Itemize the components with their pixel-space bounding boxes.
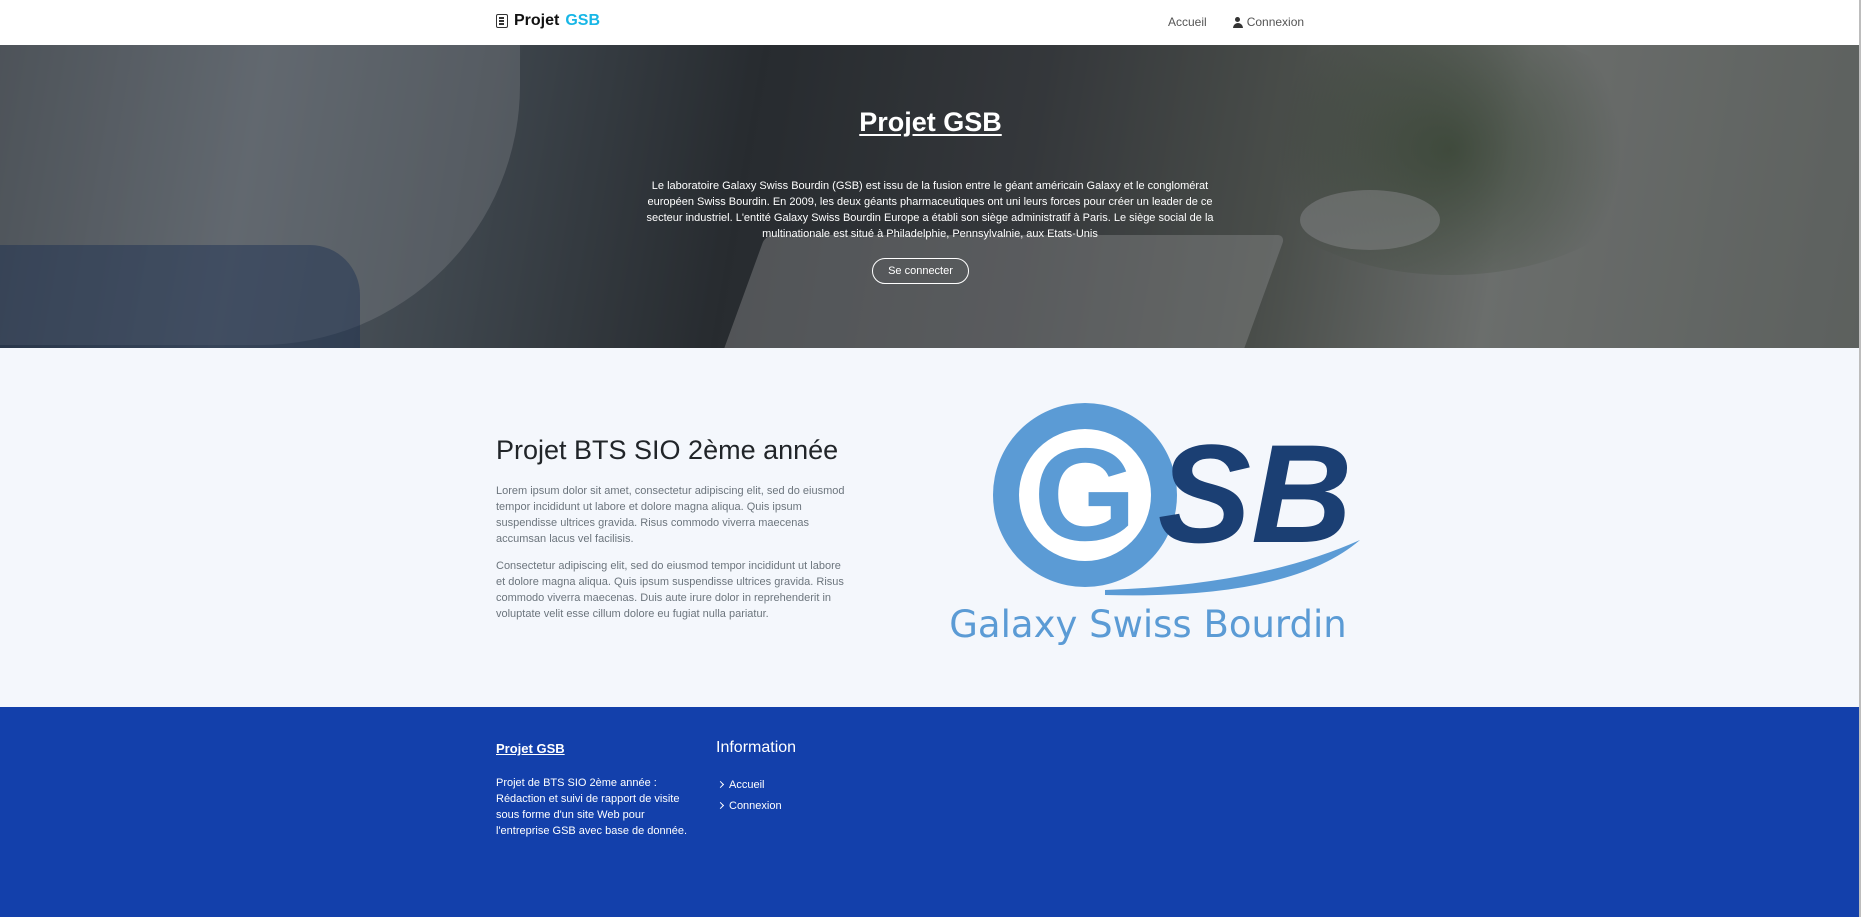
hero-title: Projet GSB xyxy=(859,107,1002,137)
hero-section: Projet GSB Le laboratoire Galaxy Swiss B… xyxy=(0,45,1861,348)
logo-g-letter: G xyxy=(1034,421,1137,568)
footer-link-accueil[interactable]: Accueil xyxy=(716,774,782,795)
navbar: Projet GSB Accueil Connexion xyxy=(0,0,1861,45)
user-icon xyxy=(1232,16,1243,28)
nav-link-connexion[interactable]: Connexion xyxy=(1232,15,1305,29)
nav-link-connexion-label: Connexion xyxy=(1246,15,1305,29)
brand-prefix: Projet xyxy=(514,12,560,29)
nav-link-accueil[interactable]: Accueil xyxy=(1168,15,1207,29)
gsb-logo: G SB Galaxy Swiss Bourdin xyxy=(949,403,1360,646)
footer-link-connexion[interactable]: Connexion xyxy=(716,795,782,816)
logo-sb-letters: SB xyxy=(1158,415,1352,572)
footer-links: Accueil Connexion xyxy=(716,774,782,816)
brand-accent: GSB xyxy=(565,12,601,29)
footer-link-accueil-label: Accueil xyxy=(729,778,765,791)
about-title: Projet BTS SIO 2ème année xyxy=(496,435,839,465)
login-button[interactable]: Se connecter xyxy=(872,258,969,284)
footer-heading: Information xyxy=(716,739,797,756)
brand-link[interactable]: Projet GSB xyxy=(496,12,600,30)
footer: Projet GSB Projet de BTS SIO 2ème année … xyxy=(0,707,1861,917)
footer-link-connexion-label: Connexion xyxy=(729,799,782,812)
clipboard-icon xyxy=(496,14,508,28)
about-paragraph-1: Lorem ipsum dolor sit amet, consectetur … xyxy=(496,485,845,545)
footer-brand-link[interactable]: Projet GSB xyxy=(496,741,565,756)
about-section: Projet BTS SIO 2ème année Lorem ipsum do… xyxy=(0,348,1861,707)
about-paragraph-2: Consectetur adipiscing elit, sed do eius… xyxy=(496,560,844,620)
nav-link-accueil-label: Accueil xyxy=(1168,15,1207,29)
footer-description: Projet de BTS SIO 2ème année : Rédaction… xyxy=(496,777,688,837)
nav-links: Accueil Connexion xyxy=(1168,15,1304,29)
hero-description: Le laboratoire Galaxy Swiss Bourdin (GSB… xyxy=(646,180,1214,240)
chevron-right-icon xyxy=(716,801,725,810)
chevron-right-icon xyxy=(716,780,725,789)
logo-tagline: Galaxy Swiss Bourdin xyxy=(949,603,1346,646)
